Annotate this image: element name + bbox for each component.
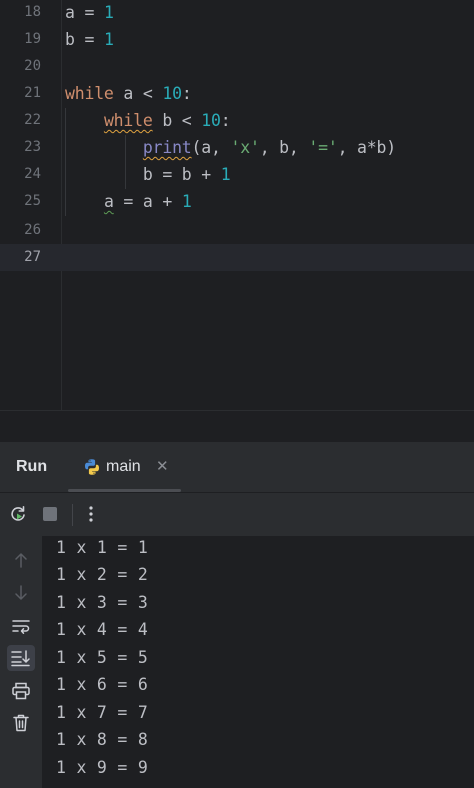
- code-line[interactable]: 18 a = 1: [0, 0, 474, 26]
- run-title: Run: [16, 458, 48, 475]
- arrow-up-icon[interactable]: [9, 548, 33, 572]
- toolbar-separator: [72, 504, 73, 526]
- more-vertical-icon[interactable]: [80, 503, 102, 525]
- tab-main[interactable]: main ✕: [68, 442, 181, 492]
- code-line[interactable]: 20: [0, 53, 474, 80]
- code-text[interactable]: a = a + 1: [65, 188, 192, 215]
- code-line[interactable]: 22 while b < 10:: [0, 107, 474, 134]
- line-number: 26: [24, 222, 41, 238]
- console-line: 1 x 2 = 2: [56, 565, 149, 584]
- line-number: 19: [24, 31, 41, 47]
- console-line: 1 x 3 = 3: [56, 593, 149, 612]
- console-side-toolbar: [0, 536, 42, 788]
- code-line[interactable]: 23 print(a, 'x', b, '=', a*b): [0, 134, 474, 161]
- console-output[interactable]: 1 x 1 = 1 1 x 2 = 2 1 x 3 = 3 1 x 4 = 4 …: [42, 536, 474, 788]
- console-line: 1 x 7 = 7: [56, 703, 149, 722]
- code-line[interactable]: 25 a = a + 1: [0, 188, 474, 215]
- code-line[interactable]: 24 b = b + 1: [0, 161, 474, 188]
- stop-icon[interactable]: [39, 503, 61, 525]
- code-line[interactable]: 26: [0, 217, 474, 244]
- code-line[interactable]: 19 b = 1: [0, 26, 474, 53]
- tab-label: main: [106, 458, 141, 475]
- code-line-current[interactable]: 27: [0, 244, 474, 271]
- line-number: 22: [24, 112, 41, 128]
- trash-icon[interactable]: [9, 711, 33, 735]
- console-line: 1 x 4 = 4: [56, 620, 149, 639]
- line-number: 18: [24, 4, 41, 20]
- line-number: 23: [24, 139, 41, 155]
- rerun-icon[interactable]: [7, 503, 29, 525]
- arrow-down-icon[interactable]: [9, 581, 33, 605]
- run-toolbar: [0, 492, 474, 536]
- code-editor[interactable]: 18 a = 1 19 b = 1 20 21 while a < 10: 22…: [0, 0, 474, 410]
- code-text[interactable]: b = b + 1: [65, 161, 231, 188]
- line-number: 20: [24, 58, 41, 74]
- line-number: 24: [24, 166, 41, 182]
- console-line: 1 x 5 = 5: [56, 648, 149, 667]
- run-tool-window-header: Run main ✕: [0, 442, 474, 492]
- code-text[interactable]: a = 1: [65, 0, 114, 26]
- soft-wrap-icon[interactable]: [9, 614, 33, 638]
- python-icon: [85, 459, 99, 475]
- code-text[interactable]: b = 1: [65, 26, 114, 53]
- console-line: 1 x 8 = 8: [56, 730, 149, 749]
- console-line: 1 x 1 = 1: [56, 538, 149, 557]
- close-icon[interactable]: ✕: [156, 442, 169, 492]
- console-line: 1 x 6 = 6: [56, 675, 149, 694]
- code-text[interactable]: while b < 10:: [65, 107, 231, 134]
- editor-bottom-area: [0, 410, 474, 442]
- console-line: 1 x 9 = 9: [56, 758, 149, 777]
- line-number: 27: [24, 249, 41, 265]
- code-text[interactable]: while a < 10:: [65, 80, 192, 107]
- code-text[interactable]: print(a, 'x', b, '=', a*b): [65, 134, 396, 161]
- line-number: 21: [24, 85, 41, 101]
- line-number: 25: [24, 193, 41, 209]
- scroll-to-end-icon[interactable]: [7, 645, 35, 671]
- print-icon[interactable]: [9, 679, 33, 703]
- code-line[interactable]: 21 while a < 10:: [0, 80, 474, 107]
